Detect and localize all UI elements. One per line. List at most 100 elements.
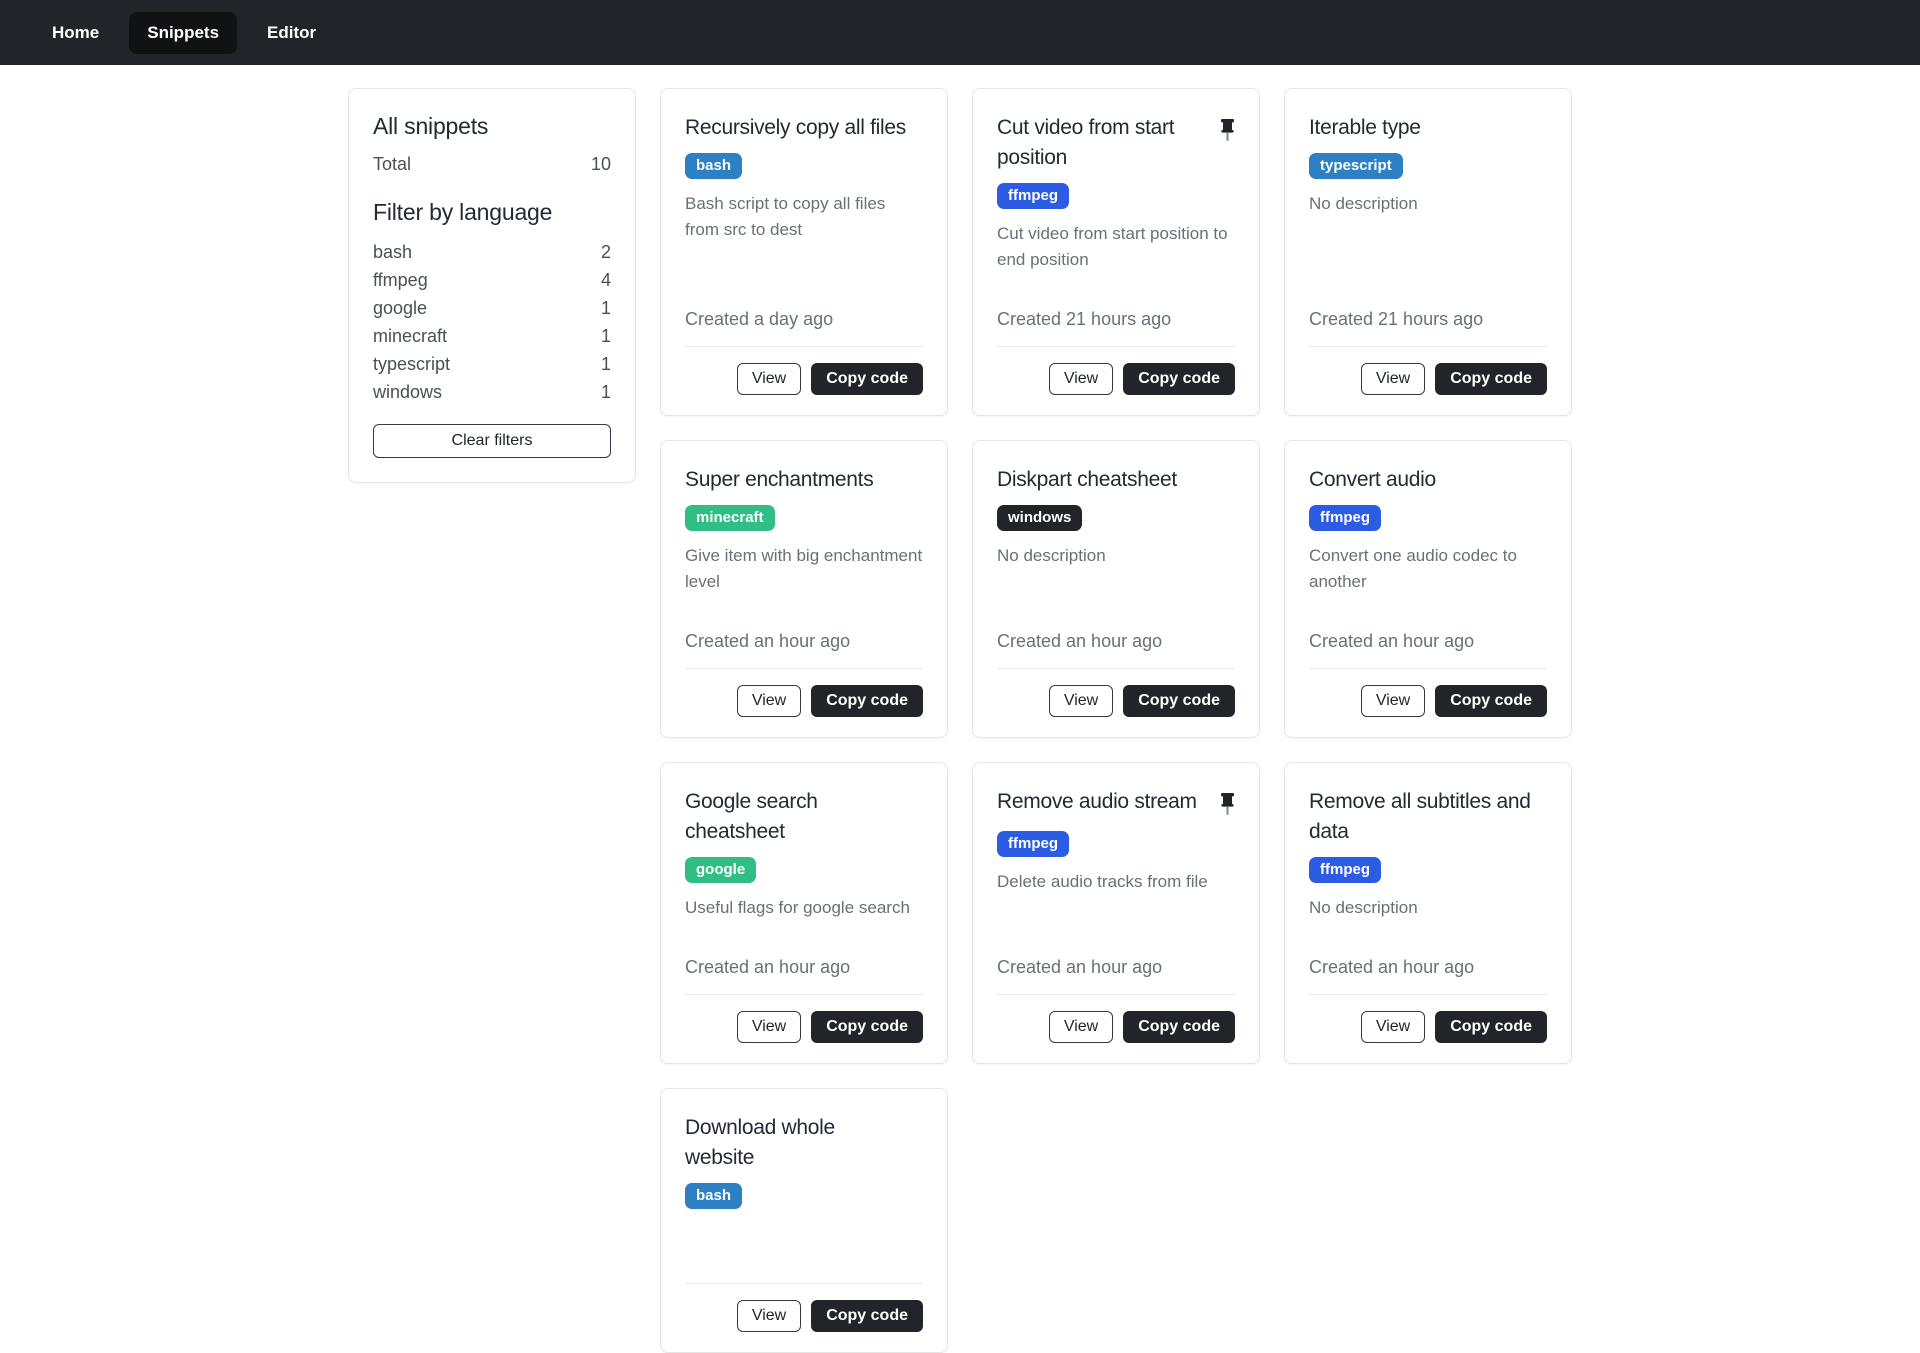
- created-timestamp: Created a day ago: [685, 309, 923, 330]
- language-badge: ffmpeg: [1309, 857, 1381, 883]
- language-name: minecraft: [373, 326, 447, 347]
- created-timestamp: Created an hour ago: [685, 631, 923, 652]
- language-filter-minecraft[interactable]: minecraft 1: [373, 322, 611, 350]
- view-button[interactable]: View: [1049, 685, 1113, 717]
- snippet-card: Cut video from start position ffmpeg Cut…: [972, 88, 1260, 416]
- snippet-card: Download whole website bash View Copy co…: [660, 1088, 948, 1353]
- total-count: 10: [591, 154, 611, 175]
- copy-code-button[interactable]: Copy code: [1123, 1011, 1235, 1043]
- language-filter-windows[interactable]: windows 1: [373, 378, 611, 406]
- copy-code-button[interactable]: Copy code: [1435, 685, 1547, 717]
- language-name: bash: [373, 242, 412, 263]
- copy-code-button[interactable]: Copy code: [1435, 1011, 1547, 1043]
- created-timestamp: Created 21 hours ago: [997, 309, 1235, 330]
- main-container: All snippets Total 10 Filter by language…: [348, 88, 1572, 1353]
- language-name: google: [373, 298, 427, 319]
- language-name: ffmpeg: [373, 270, 428, 291]
- language-filter-ffmpeg[interactable]: ffmpeg 4: [373, 266, 611, 294]
- copy-code-button[interactable]: Copy code: [1123, 363, 1235, 395]
- created-timestamp: Created an hour ago: [1309, 957, 1547, 978]
- copy-code-button[interactable]: Copy code: [811, 1011, 923, 1043]
- card-divider: [1309, 668, 1547, 669]
- snippet-card: Remove audio stream ffmpeg Delete audio …: [972, 762, 1260, 1064]
- nav-item-editor[interactable]: Editor: [249, 12, 334, 54]
- nav-item-snippets[interactable]: Snippets: [129, 12, 237, 54]
- snippet-card: Remove all subtitles and data ffmpeg No …: [1284, 762, 1572, 1064]
- created-timestamp: Created 21 hours ago: [1309, 309, 1547, 330]
- all-snippets-heading: All snippets: [373, 113, 611, 140]
- snippets-grid: Recursively copy all files bash Bash scr…: [660, 88, 1572, 1353]
- total-label: Total: [373, 154, 411, 175]
- created-timestamp: Created an hour ago: [997, 957, 1235, 978]
- clear-filters-button[interactable]: Clear filters: [373, 424, 611, 458]
- language-filter-bash[interactable]: bash 2: [373, 238, 611, 266]
- copy-code-button[interactable]: Copy code: [811, 363, 923, 395]
- snippet-description: Bash script to copy all files from src t…: [685, 191, 923, 243]
- created-timestamp: Created an hour ago: [997, 631, 1235, 652]
- snippet-title: Super enchantments: [685, 465, 873, 495]
- language-badge: ffmpeg: [997, 831, 1069, 857]
- language-badge: ffmpeg: [1309, 505, 1381, 531]
- snippet-description: Cut video from start position to end pos…: [997, 221, 1235, 273]
- snippet-card: Super enchantments minecraft Give item w…: [660, 440, 948, 738]
- pin-icon: [1220, 793, 1235, 821]
- copy-code-button[interactable]: Copy code: [811, 685, 923, 717]
- snippet-card: Recursively copy all files bash Bash scr…: [660, 88, 948, 416]
- copy-code-button[interactable]: Copy code: [811, 1300, 923, 1332]
- card-divider: [685, 1283, 923, 1284]
- view-button[interactable]: View: [1049, 363, 1113, 395]
- snippet-title: Diskpart cheatsheet: [997, 465, 1177, 495]
- view-button[interactable]: View: [737, 1011, 801, 1043]
- language-filter-google[interactable]: google 1: [373, 294, 611, 322]
- language-count: 1: [601, 326, 611, 347]
- card-divider: [1309, 994, 1547, 995]
- view-button[interactable]: View: [1361, 363, 1425, 395]
- card-divider: [997, 346, 1235, 347]
- snippet-title: Convert audio: [1309, 465, 1436, 495]
- view-button[interactable]: View: [737, 1300, 801, 1332]
- language-badge: windows: [997, 505, 1082, 531]
- snippet-title: Google search cheatsheet: [685, 787, 818, 847]
- created-timestamp: Created an hour ago: [685, 957, 923, 978]
- snippet-card: Google search cheatsheet google Useful f…: [660, 762, 948, 1064]
- card-divider: [685, 994, 923, 995]
- card-divider: [1309, 346, 1547, 347]
- snippet-card: Iterable type typescript No description …: [1284, 88, 1572, 416]
- view-button[interactable]: View: [1361, 1011, 1425, 1043]
- language-filter-list: bash 2 ffmpeg 4 google 1 minecraft 1 typ…: [373, 238, 611, 406]
- view-button[interactable]: View: [737, 363, 801, 395]
- snippet-description: No description: [1309, 895, 1547, 921]
- card-divider: [685, 346, 923, 347]
- language-count: 2: [601, 242, 611, 263]
- snippet-card: Diskpart cheatsheet windows No descripti…: [972, 440, 1260, 738]
- view-button[interactable]: View: [1049, 1011, 1113, 1043]
- language-count: 1: [601, 354, 611, 375]
- language-name: windows: [373, 382, 442, 403]
- snippet-description: Delete audio tracks from file: [997, 869, 1235, 895]
- snippet-description: No description: [997, 543, 1235, 569]
- language-badge: minecraft: [685, 505, 775, 531]
- copy-code-button[interactable]: Copy code: [1123, 685, 1235, 717]
- snippet-description: Useful flags for google search: [685, 895, 923, 921]
- language-badge: bash: [685, 153, 742, 179]
- snippet-title: Cut video from start position: [997, 113, 1174, 173]
- snippet-title: Iterable type: [1309, 113, 1421, 143]
- language-badge: google: [685, 857, 756, 883]
- snippet-description: No description: [1309, 191, 1547, 217]
- copy-code-button[interactable]: Copy code: [1435, 363, 1547, 395]
- language-count: 1: [601, 298, 611, 319]
- language-badge: typescript: [1309, 153, 1403, 179]
- snippet-title: Download whole website: [685, 1113, 835, 1173]
- filter-sidebar: All snippets Total 10 Filter by language…: [348, 88, 636, 483]
- language-count: 4: [601, 270, 611, 291]
- card-divider: [997, 994, 1235, 995]
- nav-item-home[interactable]: Home: [34, 12, 117, 54]
- view-button[interactable]: View: [1361, 685, 1425, 717]
- language-name: typescript: [373, 354, 450, 375]
- snippet-title: Remove audio stream: [997, 787, 1197, 817]
- language-filter-typescript[interactable]: typescript 1: [373, 350, 611, 378]
- view-button[interactable]: View: [737, 685, 801, 717]
- total-row: Total 10: [373, 152, 611, 193]
- snippet-title: Recursively copy all files: [685, 113, 906, 143]
- pin-icon: [1220, 119, 1235, 147]
